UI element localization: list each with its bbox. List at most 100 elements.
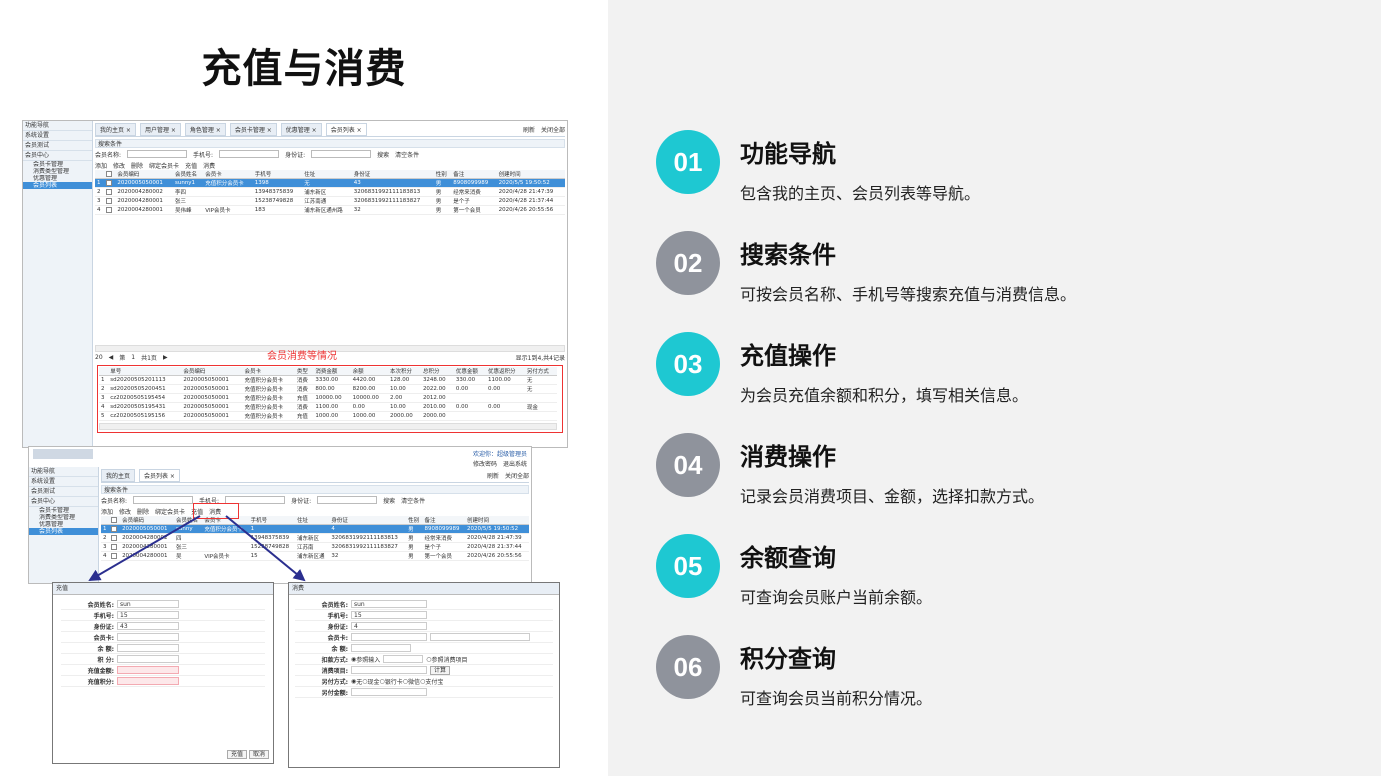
table-row[interactable]: 3 2020004280001 张三 15238749828 江苏南通 32068319… <box>95 196 565 206</box>
add-button[interactable]: 添加 <box>95 161 107 170</box>
sidebar-subitem-consume-type[interactable]: 消费类型管理 <box>29 514 98 521</box>
name-input[interactable] <box>127 150 188 158</box>
pager-info: 显示1到4,共4记录 <box>515 355 565 362</box>
refresh-button[interactable]: 刷新 <box>523 125 535 134</box>
tab-cards[interactable]: 会员卡管理 × <box>229 123 277 136</box>
table-row[interactable]: 1 2020005050001 sunny1 充值积分会员卡 1398 无 43 男 8908… <box>95 178 565 188</box>
consume-section-label: 会员消费等情况 <box>267 351 337 362</box>
table-row[interactable]: 2 2020004280002 李四 13948375839 浦东新区 32068319… <box>95 187 565 197</box>
edit-button[interactable]: 修改 <box>113 161 125 170</box>
table-row[interactable]: 4 2020004280001 吴伟峰 VIP会员卡 183 浦东新区通州路 32 男第一个… <box>95 205 565 215</box>
phone-field[interactable]: 15 <box>351 611 427 619</box>
id-input[interactable] <box>317 496 378 504</box>
recharge-amount-field[interactable] <box>117 666 179 674</box>
search-button[interactable]: 搜索 <box>383 496 395 505</box>
search-bar-title: 搜索条件 <box>95 139 565 148</box>
page-size-select[interactable]: 20 <box>95 354 103 361</box>
sidebar-item-test[interactable]: 会员测试 <box>23 141 92 151</box>
nav-sidebar: 功能导航 系统设置 会员测试 会员中心 会员卡管理 消费类型管理 优惠管理 会员… <box>23 121 93 447</box>
pay-option-alipay[interactable]: 支付宝 <box>425 677 443 686</box>
search-button[interactable]: 搜索 <box>377 150 389 159</box>
card-select[interactable] <box>117 633 179 641</box>
sidebar-subitem-consume-type[interactable]: 消费类型管理 <box>23 168 92 175</box>
table-row[interactable]: 1 2020005050001 sunny 充值积分会员卡 1 4 男 8908099989… <box>101 524 529 534</box>
add-button[interactable]: 添加 <box>101 507 113 516</box>
member-name-field[interactable]: sun <box>117 600 179 608</box>
card-detail-select[interactable] <box>430 633 530 641</box>
feature-desc: 可查询会员当前积分情况。 <box>740 689 933 708</box>
deduct-option-item[interactable]: 参照消费项目 <box>432 655 468 664</box>
pay-option-cash[interactable]: 现金 <box>368 677 380 686</box>
consume-button[interactable]: 消费 <box>203 161 215 170</box>
table-row[interactable]: 2 2020004280002 四 13948375839 浦东新区 320683199… <box>101 533 529 543</box>
confirm-recharge-button[interactable]: 充值 <box>226 750 247 759</box>
tab-users[interactable]: 用户管理 × <box>139 123 181 136</box>
tab-member-list[interactable]: 会员列表 × <box>139 469 180 482</box>
name-label: 会员名称: <box>95 151 122 159</box>
balance-field[interactable] <box>117 644 179 652</box>
tab-member-list[interactable]: 会员列表 × <box>325 123 367 136</box>
recharge-button[interactable]: 充值 <box>185 161 197 170</box>
feature-item: 02 搜索条件 可按会员名称、手机号等搜索充值与消费信息。 <box>656 231 1356 311</box>
table-row[interactable]: 4 2020004280001 吴 VIP会员卡 15 浦东新区通 32 男第一个会员 202… <box>101 551 529 561</box>
logout-button[interactable]: 退出系统 <box>503 459 527 468</box>
id-field[interactable]: 4 <box>351 622 427 630</box>
sidebar-item-member-center[interactable]: 会员中心 <box>23 151 92 161</box>
id-field[interactable]: 43 <box>117 622 179 630</box>
clear-button[interactable]: 清空条件 <box>395 150 419 159</box>
table-row[interactable]: 3 2020004280001 张三 15238749828 江苏南 320683199… <box>101 542 529 552</box>
first-page-icon[interactable]: ◀ <box>109 354 114 361</box>
calculate-button[interactable]: 计算 <box>430 665 451 675</box>
bind-card-button[interactable]: 绑定会员卡 <box>155 507 185 516</box>
sidebar-subitem-member-list[interactable]: 会员列表 <box>23 182 92 189</box>
deduct-amount-field[interactable] <box>383 655 424 663</box>
tab-roles[interactable]: 角色管理 × <box>184 123 226 136</box>
tab-home[interactable]: 我的主页 <box>101 469 136 482</box>
field-label: 充值积分: <box>87 678 114 686</box>
edit-button[interactable]: 修改 <box>119 507 131 516</box>
page-number[interactable]: 1 <box>131 354 135 361</box>
sidebar-subitem-card[interactable]: 会员卡管理 <box>23 161 92 168</box>
tab-discount[interactable]: 优惠管理 × <box>280 123 322 136</box>
sidebar-item-system[interactable]: 系统设置 <box>23 131 92 141</box>
feature-item: 06 积分查询 可查询会员当前积分情况。 <box>656 635 1356 715</box>
clear-button[interactable]: 清空条件 <box>401 496 425 505</box>
search-panel: 搜索条件 会员名称: 手机号: 身份证: 搜索 清空条件 添加 修改 删除 绑定… <box>95 139 565 215</box>
pay-option-wechat[interactable]: 微信 <box>408 677 420 686</box>
points-field[interactable] <box>117 655 179 663</box>
recharge-points-field[interactable] <box>117 677 179 685</box>
extra-amount-field[interactable] <box>351 688 427 696</box>
pay-option-card[interactable]: 银行卡 <box>385 677 403 686</box>
member-table: 会员编码 会员姓名 会员卡 手机号 住址 身份证 性别 备注 创建时间 1 202000… <box>95 170 565 215</box>
last-page-icon[interactable]: ▶ <box>163 354 168 361</box>
sidebar-item-member-center[interactable]: 会员中心 <box>29 497 98 507</box>
deduct-option-input[interactable]: 参照输入 <box>356 655 380 664</box>
refresh-button[interactable]: 刷新 <box>487 471 499 480</box>
action-highlight-box <box>193 503 239 519</box>
phone-input[interactable] <box>219 150 280 158</box>
member-name-field[interactable]: sun <box>351 600 427 608</box>
consume-highlight-box <box>97 365 563 433</box>
id-input[interactable] <box>311 150 372 158</box>
close-all-button[interactable]: 关闭全部 <box>505 471 529 480</box>
close-all-button[interactable]: 关闭全部 <box>541 125 565 134</box>
bind-card-button[interactable]: 绑定会员卡 <box>149 161 179 170</box>
delete-button[interactable]: 删除 <box>137 507 149 516</box>
sidebar-subitem-discount[interactable]: 优惠管理 <box>23 175 92 182</box>
phone-field[interactable]: 15 <box>117 611 179 619</box>
tab-home[interactable]: 我的主页 × <box>95 123 136 136</box>
cancel-button[interactable]: 取消 <box>248 750 269 759</box>
delete-button[interactable]: 删除 <box>131 161 143 170</box>
member-list-screenshot: 功能导航 系统设置 会员测试 会员中心 会员卡管理 消费类型管理 优惠管理 会员… <box>22 120 568 448</box>
name-input[interactable] <box>133 496 194 504</box>
sidebar-item-test[interactable]: 会员测试 <box>29 487 98 497</box>
card-select[interactable] <box>351 633 427 641</box>
change-password-button[interactable]: 修改密码 <box>473 459 497 468</box>
sidebar-subitem-discount[interactable]: 优惠管理 <box>29 521 98 528</box>
sidebar-subitem-card[interactable]: 会员卡管理 <box>29 507 98 514</box>
balance-field[interactable] <box>351 644 411 652</box>
sidebar-subitem-member-list[interactable]: 会员列表 <box>29 528 98 535</box>
nav-sidebar: 功能导航 系统设置 会员测试 会员中心 会员卡管理 消费类型管理 优惠管理 会员… <box>29 467 99 583</box>
consume-item-select[interactable] <box>351 666 427 674</box>
sidebar-item-system[interactable]: 系统设置 <box>29 477 98 487</box>
